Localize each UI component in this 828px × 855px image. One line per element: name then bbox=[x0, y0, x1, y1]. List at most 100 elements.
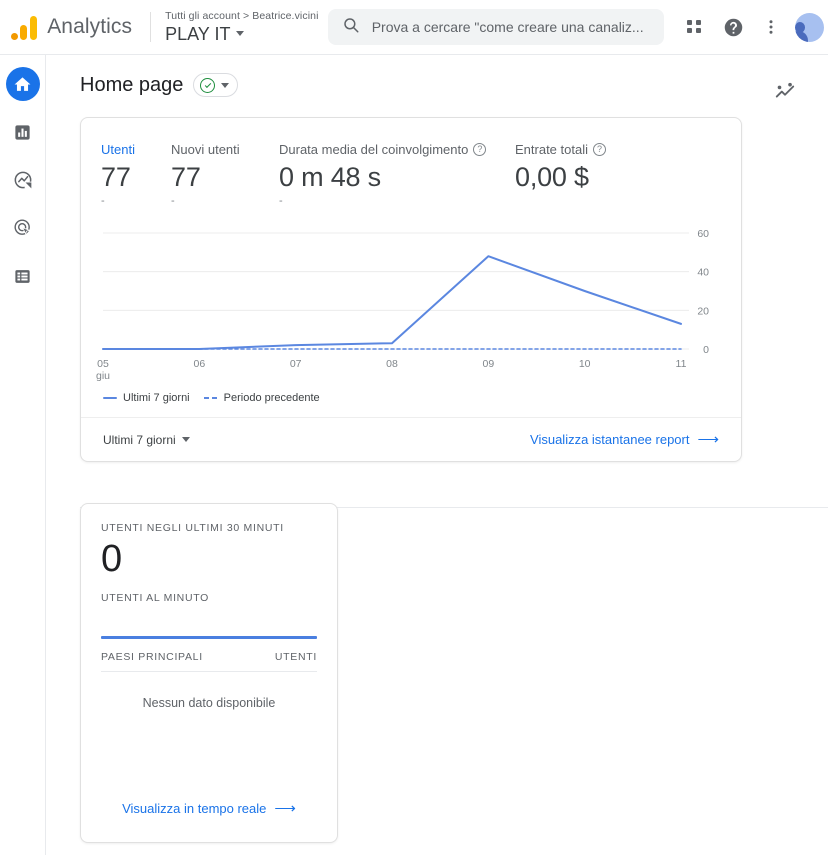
legend-swatch-dashed bbox=[203, 396, 218, 400]
property-name: PLAY IT bbox=[165, 23, 231, 44]
help-circle-icon[interactable] bbox=[714, 8, 752, 46]
arrow-right-icon: ⟶ bbox=[697, 431, 719, 448]
overview-card: Utenti 77 - Nuovi utenti 77 - Durata med… bbox=[80, 117, 742, 462]
realtime-users-label: UTENTI NEGLI ULTIMI 30 MINUTI bbox=[101, 522, 284, 534]
legend-label: Periodo precedente bbox=[223, 392, 320, 404]
metric-delta bbox=[515, 195, 606, 209]
search-icon bbox=[342, 16, 360, 39]
main-content: Home page Utenti 77 - Nuovi utenti 77 - … bbox=[46, 55, 828, 855]
svg-text:06: 06 bbox=[193, 358, 205, 370]
property-selector[interactable]: PLAY IT bbox=[165, 23, 316, 45]
check-circle-green-icon bbox=[200, 77, 216, 93]
logo-dot bbox=[10, 33, 18, 40]
link-label: Visualizza istantanee report bbox=[530, 432, 690, 447]
search-bar[interactable] bbox=[327, 9, 664, 45]
header-divider bbox=[150, 12, 152, 42]
brand-title: Analytics bbox=[47, 15, 133, 38]
account-breadcrumb: Tutti gli account > Beatrice.vicini bbox=[165, 9, 319, 22]
page-status-badge[interactable] bbox=[193, 73, 239, 97]
active-tab-indicator bbox=[103, 117, 141, 118]
explore-compass-icon bbox=[14, 171, 31, 189]
metric-label: Utenti bbox=[101, 142, 135, 157]
svg-text:20: 20 bbox=[697, 305, 709, 317]
svg-text:giu: giu bbox=[96, 370, 110, 382]
link-label: Visualizza in tempo reale bbox=[122, 801, 267, 816]
sidebar-item-advertising[interactable] bbox=[6, 211, 40, 245]
realtime-empty-state: Nessun dato disponibile bbox=[142, 696, 276, 710]
legend-item-previous[interactable]: Periodo precedente bbox=[203, 392, 320, 404]
realtime-per-minute-chart bbox=[101, 636, 317, 639]
overview-line-chart[interactable]: 0 20 40 60 05 06 07 08 09 10 11 giu bbox=[81, 221, 741, 386]
svg-text:10: 10 bbox=[579, 358, 591, 370]
svg-text:05: 05 bbox=[97, 358, 109, 370]
metrics-row: Utenti 77 - Nuovi utenti 77 - Durata med… bbox=[81, 118, 741, 209]
more-vert-icon[interactable] bbox=[752, 8, 790, 46]
legend-item-current[interactable]: Ultimi 7 giorni bbox=[103, 392, 190, 404]
date-range-selector[interactable]: Ultimi 7 giorni bbox=[103, 433, 190, 447]
user-avatar[interactable] bbox=[790, 8, 828, 46]
metric-value: 77 bbox=[171, 162, 201, 192]
metric-value: 77 bbox=[101, 162, 131, 192]
chart-legend: Ultimi 7 giorni Periodo precedente bbox=[81, 392, 741, 404]
svg-text:07: 07 bbox=[290, 358, 302, 370]
svg-text:0: 0 bbox=[703, 344, 709, 356]
legend-label: Ultimi 7 giorni bbox=[123, 392, 190, 404]
metric-durata-media-coinvolgimento[interactable]: Durata media del coinvolgimento ? 0 m 48… bbox=[279, 142, 515, 209]
table-header-countries: PAESI PRINCIPALI bbox=[101, 651, 203, 663]
metric-nuovi-utenti[interactable]: Nuovi utenti 77 - bbox=[171, 142, 279, 209]
overview-card-footer: Ultimi 7 giorni Visualizza istantanee re… bbox=[81, 417, 741, 461]
svg-text:08: 08 bbox=[386, 358, 398, 370]
metric-value: 0,00 $ bbox=[515, 162, 589, 192]
svg-text:09: 09 bbox=[482, 358, 494, 370]
view-report-snapshots-link[interactable]: Visualizza istantanee report ⟶ bbox=[530, 432, 719, 447]
insights-sparkline-icon[interactable] bbox=[768, 75, 802, 109]
metric-label: Entrate totali bbox=[515, 142, 588, 157]
account-selector[interactable]: Tutti gli account > Beatrice.vicini PLAY… bbox=[165, 9, 319, 45]
help-circle-icon[interactable]: ? bbox=[473, 143, 487, 156]
chevron-down-icon bbox=[221, 82, 230, 88]
metric-label: Nuovi utenti bbox=[171, 142, 240, 157]
sidebar-item-reports[interactable] bbox=[6, 115, 40, 149]
library-list-icon bbox=[15, 269, 30, 283]
metric-value: 0 m 48 s bbox=[279, 162, 381, 192]
realtime-users-value: 0 bbox=[101, 538, 123, 580]
left-sidebar bbox=[0, 55, 46, 855]
svg-text:11: 11 bbox=[676, 358, 687, 370]
page-title: Home page bbox=[80, 73, 184, 96]
metric-entrate-totali[interactable]: Entrate totali ? 0,00 $ bbox=[515, 142, 606, 209]
realtime-table-header: PAESI PRINCIPALI UTENTI bbox=[101, 651, 317, 672]
svg-text:60: 60 bbox=[697, 228, 709, 240]
logo-bar-tall bbox=[29, 16, 37, 40]
date-range-label: Ultimi 7 giorni bbox=[103, 432, 176, 447]
metric-label-row: Entrate totali ? bbox=[515, 142, 606, 157]
sidebar-item-explore[interactable] bbox=[6, 163, 40, 197]
metric-delta: - bbox=[171, 195, 175, 207]
metric-delta: - bbox=[101, 195, 105, 207]
svg-text:40: 40 bbox=[697, 267, 709, 279]
view-realtime-link[interactable]: Visualizza in tempo reale ⟶ bbox=[81, 801, 337, 816]
metric-label-row: Durata media del coinvolgimento ? bbox=[279, 142, 515, 157]
logo-bar-medium bbox=[20, 25, 28, 40]
metric-label: Durata media del coinvolgimento bbox=[279, 142, 469, 157]
home-icon bbox=[14, 76, 31, 91]
arrow-right-icon: ⟶ bbox=[274, 800, 296, 817]
google-analytics-logo[interactable] bbox=[0, 14, 45, 40]
realtime-per-minute-label: UTENTI AL MINUTO bbox=[101, 592, 210, 604]
sidebar-item-home[interactable] bbox=[5, 67, 40, 101]
help-circle-icon[interactable]: ? bbox=[593, 143, 606, 156]
chart-svg: 0 20 40 60 05 06 07 08 09 10 11 giu bbox=[96, 228, 709, 382]
top-bar: Analytics Tutti gli account > Beatrice.v… bbox=[0, 0, 828, 55]
chevron-down-icon bbox=[181, 437, 190, 442]
bar-chart-icon bbox=[15, 124, 30, 140]
legend-swatch-solid bbox=[103, 396, 117, 400]
apps-grid-icon[interactable] bbox=[676, 8, 714, 46]
advertising-target-icon bbox=[13, 219, 30, 236]
sidebar-item-library[interactable] bbox=[6, 259, 40, 293]
page-header: Home page bbox=[46, 55, 828, 97]
metric-utenti[interactable]: Utenti 77 - bbox=[101, 142, 171, 209]
search-input[interactable] bbox=[371, 19, 650, 35]
chevron-down-icon bbox=[235, 31, 244, 36]
header-actions bbox=[676, 8, 828, 46]
table-header-users: UTENTI bbox=[274, 651, 317, 663]
metric-delta: - bbox=[279, 195, 283, 207]
